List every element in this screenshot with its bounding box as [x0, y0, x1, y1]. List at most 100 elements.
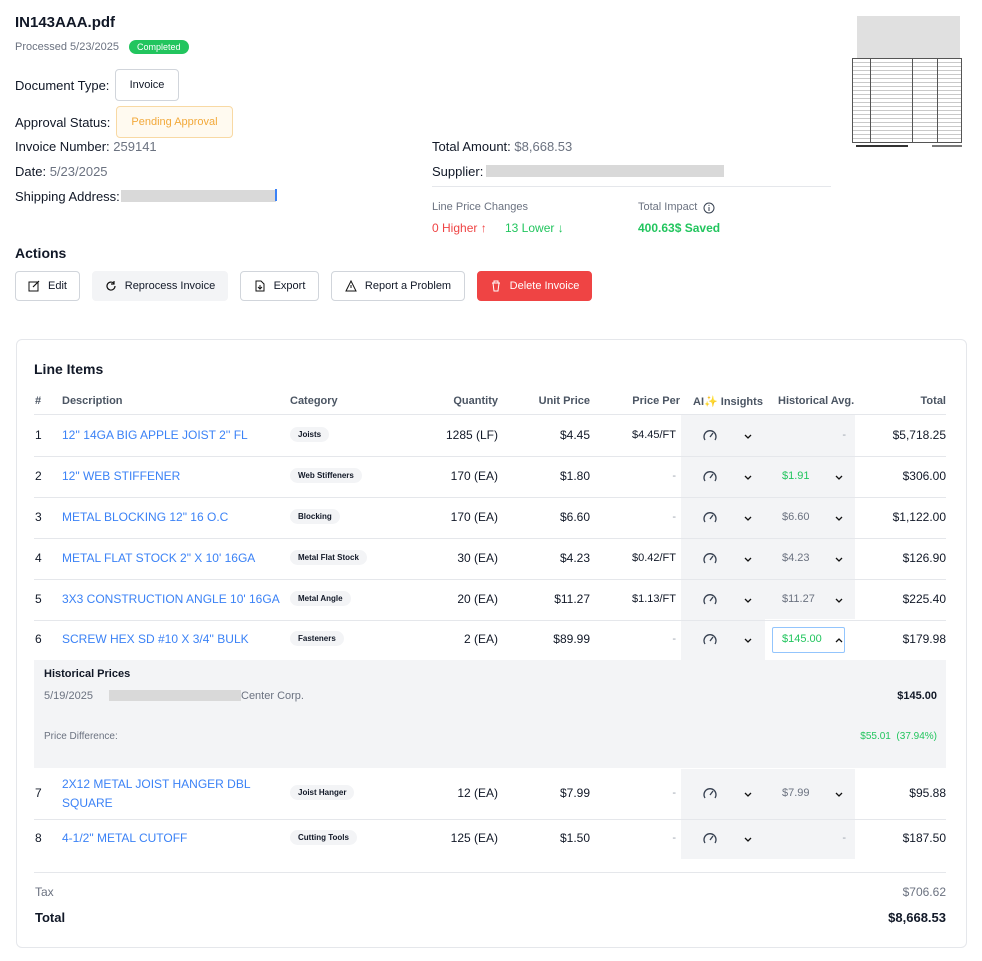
item-description-link[interactable]: 3X3 CONSTRUCTION ANGLE 10' 16GA: [62, 592, 280, 606]
header-insights-label: Insights: [720, 396, 763, 408]
historical-avg-cell: $7.99: [782, 787, 810, 799]
row-number: 1: [35, 427, 42, 442]
item-description-link[interactable]: 12" WEB STIFFENER: [62, 469, 180, 483]
chevron-down-icon[interactable]: [835, 473, 843, 481]
status-badge: Completed: [129, 40, 189, 54]
price-per-cell: $1.13/FT: [631, 592, 676, 605]
historical-supplier-suffix: Center Corp.: [241, 690, 304, 702]
price-per-cell: -: [672, 832, 676, 844]
chevron-down-icon[interactable]: [835, 514, 843, 522]
row-divider: [34, 456, 946, 457]
edit-button[interactable]: Edit: [15, 271, 80, 301]
historical-avg-cell: $11.27: [782, 592, 815, 605]
chevron-down-icon[interactable]: [744, 555, 752, 563]
header-description: Description: [62, 395, 123, 407]
header-price-per: Price Per: [632, 395, 680, 407]
gauge-icon[interactable]: [702, 786, 718, 802]
quantity-cell: 170 (EA): [450, 468, 498, 483]
row-number: 4: [35, 550, 42, 565]
row-number: 5: [35, 591, 42, 606]
historical-price: $145.00: [897, 690, 937, 702]
historical-avg-cell: $4.23: [782, 551, 810, 564]
shipping-address-redacted: [121, 190, 276, 202]
quantity-cell: 1285 (LF): [445, 427, 498, 442]
chevron-down-icon[interactable]: [744, 514, 752, 522]
gauge-icon[interactable]: [702, 428, 718, 444]
reprocess-invoice-button[interactable]: Reprocess Invoice: [92, 271, 228, 301]
line-total-cell: $126.90: [902, 550, 946, 565]
quantity-cell: 30 (EA): [457, 550, 498, 565]
price-per-cell: -: [672, 510, 676, 523]
chevron-down-icon[interactable]: [835, 790, 843, 798]
row-divider: [34, 620, 946, 621]
chevron-down-icon[interactable]: [835, 555, 843, 563]
category-badge: Cutting Tools: [290, 830, 357, 845]
gauge-icon[interactable]: [702, 469, 718, 485]
chevron-down-icon[interactable]: [744, 432, 752, 440]
row-number: 8: [35, 831, 42, 845]
delete-invoice-button[interactable]: Delete Invoice: [477, 271, 592, 301]
line-items-title: Line Items: [34, 361, 104, 377]
document-type-select[interactable]: Invoice: [115, 69, 179, 101]
row-number: 3: [35, 509, 42, 524]
line-total-cell: $225.40: [902, 591, 946, 606]
document-thumbnail[interactable]: [852, 14, 964, 154]
tax-label: Tax: [35, 885, 54, 899]
category-badge: Web Stiffeners: [290, 467, 362, 483]
delete-button-label: Delete Invoice: [509, 280, 580, 292]
item-description-link[interactable]: 12'' 14GA BIG APPLE JOIST 2'' FL: [62, 428, 248, 442]
export-button[interactable]: Export: [240, 271, 319, 301]
quantity-cell: 125 (EA): [450, 831, 498, 845]
total-value: $8,668.53: [888, 910, 946, 925]
price-difference-value: $55.01 (37.94%): [860, 731, 937, 742]
item-description-link[interactable]: 2X12 METAL JOIST HANGER DBL: [62, 777, 251, 791]
header-unit-price: Unit Price: [538, 395, 590, 407]
gauge-icon[interactable]: [702, 592, 718, 608]
chevron-down-icon[interactable]: [744, 596, 752, 604]
row-divider: [34, 497, 946, 498]
info-icon[interactable]: [703, 202, 715, 214]
item-description-link-line2[interactable]: SQUARE: [62, 796, 113, 810]
line-total-cell: $306.00: [902, 468, 946, 483]
document-filename: IN143AAA.pdf: [15, 14, 116, 31]
historical-supplier-redacted: [109, 690, 241, 701]
hist-column-bg-2: [765, 769, 855, 859]
gauge-icon[interactable]: [702, 510, 718, 526]
report-button-label: Report a Problem: [364, 280, 452, 292]
chevron-down-icon[interactable]: [744, 835, 752, 843]
chevron-up-icon[interactable]: [835, 636, 843, 644]
document-type-label: Document Type:: [15, 78, 110, 93]
price-per-cell: -: [672, 633, 676, 645]
date-field: Date: 5/23/2025: [15, 164, 108, 179]
total-impact-label: Total Impact: [638, 201, 698, 213]
gauge-icon[interactable]: [702, 632, 718, 648]
line-total-cell: $5,718.25: [892, 427, 946, 442]
ai-column-bg-2: [681, 769, 765, 859]
historical-avg-cell: $145.00: [782, 633, 822, 645]
item-description-link[interactable]: 4-1/2" METAL CUTOFF: [62, 831, 187, 845]
unit-price-cell: $11.27: [554, 591, 590, 606]
header-divider: [34, 414, 946, 415]
item-description-link[interactable]: METAL FLAT STOCK 2" X 10' 16GA: [62, 551, 255, 565]
chevron-down-icon[interactable]: [744, 636, 752, 644]
actions-title: Actions: [15, 245, 67, 261]
chevron-down-icon[interactable]: [835, 596, 843, 604]
line-price-changes-label: Line Price Changes: [432, 201, 529, 213]
item-description-link[interactable]: METAL BLOCKING 12" 16 O.C: [62, 510, 228, 524]
invoice-number-value: 259141: [113, 139, 157, 154]
unit-price-cell: $4.23: [559, 550, 590, 565]
line-total-cell: $187.50: [902, 831, 946, 845]
price-per-cell: -: [672, 469, 676, 482]
historical-prices-title: Historical Prices: [44, 668, 131, 680]
gauge-icon[interactable]: [702, 831, 718, 847]
row-number: 2: [35, 468, 42, 483]
chevron-down-icon[interactable]: [744, 790, 752, 798]
export-button-label: Export: [273, 280, 306, 292]
gauge-icon[interactable]: [702, 551, 718, 567]
shipping-address-label: Shipping Address:: [15, 189, 120, 204]
report-problem-button[interactable]: Report a Problem: [331, 271, 465, 301]
chevron-down-icon[interactable]: [744, 473, 752, 481]
reprocess-button-label: Reprocess Invoice: [124, 280, 216, 292]
item-description-link[interactable]: SCREW HEX SD #10 X 3/4'' BULK: [62, 632, 249, 646]
approval-status-badge[interactable]: Pending Approval: [116, 106, 233, 138]
